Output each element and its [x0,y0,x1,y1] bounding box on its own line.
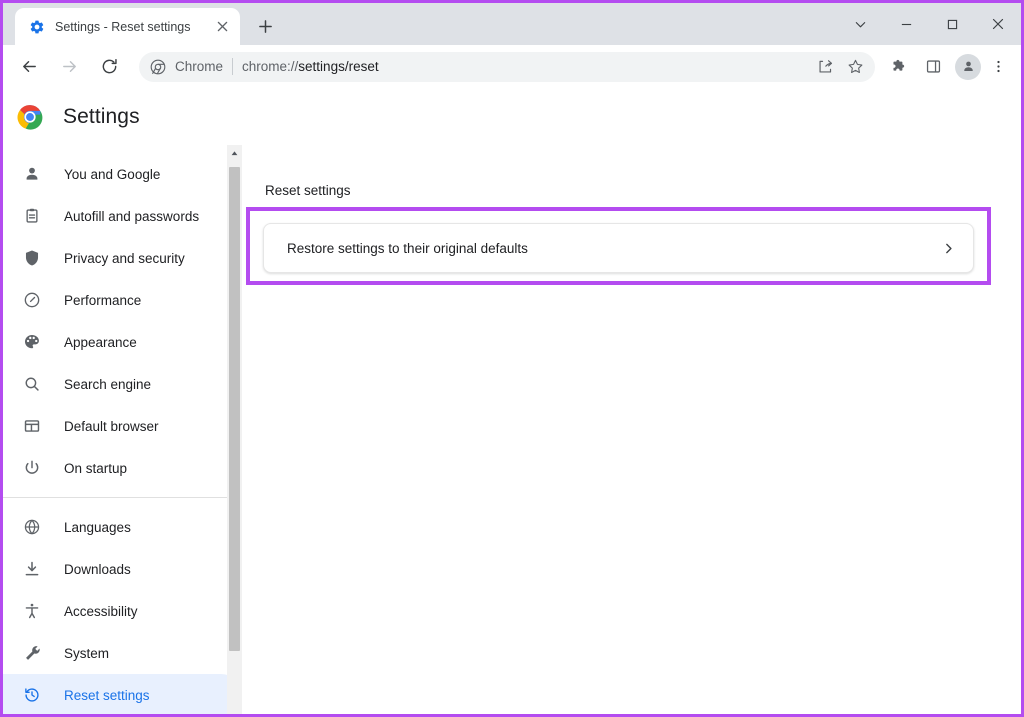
omnibox-scheme-label: Chrome [175,59,224,74]
accessibility-icon [22,601,42,621]
browser-window-icon [22,416,42,436]
globe-icon [22,517,42,537]
avatar-icon [963,61,973,71]
scroll-up-arrow-icon[interactable] [227,145,242,161]
sidebar-item-label: Accessibility [64,603,138,619]
browser-window: Settings - Reset settings Chrome chrome:… [0,0,1024,717]
sidebar-item-downloads[interactable]: Downloads [3,548,242,590]
restore-defaults-row[interactable]: Restore settings to their original defau… [263,223,974,273]
sidebar-item-label: Reset settings [64,687,150,703]
clipboard-icon [22,206,42,226]
sidebar-item-languages[interactable]: Languages [3,506,242,548]
download-icon [22,559,42,579]
tab-close-icon[interactable] [212,17,232,37]
sidebar-item-label: On startup [64,460,128,476]
omnibox-url-bold: settings [298,59,345,74]
wrench-icon [22,643,42,663]
sidebar-item-privacy-and-security[interactable]: Privacy and security [3,237,242,279]
restore-defaults-label: Restore settings to their original defau… [287,240,528,256]
sidebar-item-label: System [64,645,110,661]
sidebar-item-label: Languages [64,519,131,535]
sidebar-item-search-engine[interactable]: Search engine [3,363,242,405]
window-controls [837,3,1021,45]
scrollbar-thumb[interactable] [229,167,240,651]
sidebar-item-label: You and Google [64,166,161,182]
palette-icon [22,332,42,352]
sidebar-item-performance[interactable]: Performance [3,279,242,321]
sidebar-item-on-startup[interactable]: On startup [3,447,242,489]
minimize-icon[interactable] [883,3,929,45]
omnibox-separator [232,58,234,75]
sidebar-item-you-and-google[interactable]: You and Google [3,153,242,195]
avatar[interactable] [955,53,981,80]
settings-header: Settings [3,89,1021,145]
sidebar-item-autofill-and-passwords[interactable]: Autofill and passwords [3,195,242,237]
browser-tab[interactable]: Settings - Reset settings [15,8,240,45]
forward-arrow-icon[interactable] [52,50,86,84]
back-arrow-icon[interactable] [12,50,46,84]
settings-body: You and Google Autofill and passwords Pr… [3,145,1021,714]
sidebar-item-label: Appearance [64,334,137,350]
browser-toolbar: Chrome chrome://settings/reset [3,45,1021,89]
settings-page: Settings Search settings Yo [3,89,1021,714]
person-icon [22,164,42,184]
omnibox-url[interactable]: chrome://settings/reset [242,59,802,74]
chrome-mark-icon [150,59,166,74]
omnibox-url-suffix: /reset [344,59,379,74]
chevron-right-icon[interactable] [942,242,955,255]
sidebar-item-reset-settings[interactable]: Reset settings [3,674,242,714]
sidebar-item-label: Downloads [64,561,131,577]
sidebar-item-accessibility[interactable]: Accessibility [3,590,242,632]
puzzle-icon[interactable] [883,51,915,83]
reload-icon[interactable] [92,50,126,84]
three-dot-menu-icon[interactable] [983,51,1013,83]
omnibox-url-prefix: chrome:// [242,59,299,74]
section-title: Reset settings [265,183,351,198]
sidebar-item-default-browser[interactable]: Default browser [3,405,242,447]
close-icon[interactable] [975,3,1021,45]
chrome-logo-icon [17,105,43,130]
side-panel-icon[interactable] [917,51,949,83]
sidebar-divider [3,497,242,498]
maximize-icon[interactable] [929,3,975,45]
star-icon[interactable] [841,53,869,81]
sidebar-item-label: Search engine [64,376,152,392]
settings-sidebar: You and Google Autofill and passwords Pr… [3,145,242,714]
search-icon [22,374,42,394]
settings-content: Reset settings Restore settings to their… [243,145,1021,714]
sidebar-item-appearance[interactable]: Appearance [3,321,242,363]
power-icon [22,458,42,478]
history-restore-icon [22,685,42,705]
settings-gear-icon [30,20,44,33]
share-icon[interactable] [811,53,839,81]
speedometer-icon [22,290,42,310]
new-tab-button[interactable] [250,11,280,41]
address-bar[interactable]: Chrome chrome://settings/reset [139,51,875,82]
tab-search-chevron-down-icon[interactable] [837,3,883,45]
sidebar-item-label: Performance [64,292,142,308]
sidebar-item-label: Autofill and passwords [64,208,200,224]
shield-icon [22,248,42,268]
sidebar-item-label: Privacy and security [64,250,185,266]
tab-strip: Settings - Reset settings [3,3,1021,45]
sidebar-item-label: Default browser [64,418,159,434]
sidebar-item-system[interactable]: System [3,632,242,674]
tab-title: Settings - Reset settings [55,19,191,34]
omnibox-actions [811,53,869,81]
sidebar-scrollbar[interactable] [227,145,242,714]
page-title: Settings [63,105,140,128]
